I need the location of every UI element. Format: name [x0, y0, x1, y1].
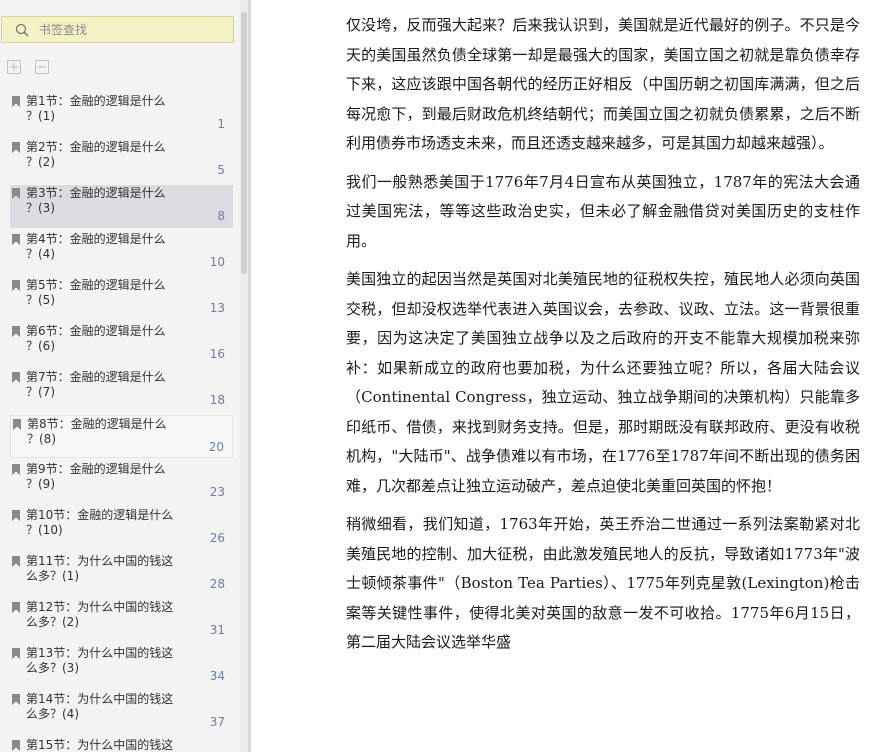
bookmark-page-number: 18	[209, 393, 225, 407]
bookmark-title: 第1节：金融的逻辑是什么 ？(1)	[26, 94, 166, 123]
bookmark-page-number: 26	[209, 531, 225, 545]
bookmark-item[interactable]: 第1节：金融的逻辑是什么 ？(1) 1	[10, 93, 233, 136]
bookmark-icon	[12, 280, 20, 291]
bookmark-item[interactable]: 第10节：金融的逻辑是什么 ？(10) 26	[10, 507, 233, 550]
bookmark-icon	[13, 419, 21, 430]
bookmark-icon	[12, 556, 20, 567]
bookmark-item[interactable]: 第6节：金融的逻辑是什么 ？(6) 16	[10, 323, 233, 366]
bookmark-item[interactable]: 第5节：金融的逻辑是什么 ？(5) 13	[10, 277, 233, 320]
bookmark-icon	[12, 372, 20, 383]
bookmark-icon	[12, 96, 20, 107]
bookmark-icon	[12, 694, 20, 705]
bookmark-item[interactable]: 第7节：金融的逻辑是什么 ？(7) 18	[10, 369, 233, 412]
bookmark-title: 第6节：金融的逻辑是什么 ？(6)	[26, 324, 166, 353]
bookmark-title: 第2节：金融的逻辑是什么 ？(2)	[26, 140, 166, 169]
text-paragraph: 仅没垮，反而强大起来？后来我认识到，美国就是近代最好的例子。不只是今天的美国虽然…	[346, 16, 860, 152]
reader-content: 仅没垮，反而强大起来？后来我认识到，美国就是近代最好的例子。不只是今天的美国虽然…	[346, 11, 860, 667]
bookmark-page-number: 31	[209, 623, 225, 637]
bookmark-icon	[12, 326, 20, 337]
bookmark-item[interactable]: 第4节：金融的逻辑是什么 ？(4) 10	[10, 231, 233, 274]
bookmark-item[interactable]: 第2节：金融的逻辑是什么 ？(2) 5	[10, 139, 233, 182]
bookmark-title: 第4节：金融的逻辑是什么 ？(4)	[26, 232, 166, 261]
bookmark-item[interactable]: 第13节：为什么中国的钱这 么多？(3) 34	[10, 645, 233, 688]
bookmark-item[interactable]: 第9节：金融的逻辑是什么 ？(9) 23	[10, 461, 233, 504]
bookmark-title: 第3节：金融的逻辑是什么 ？(3)	[26, 186, 166, 215]
bookmark-icon	[12, 188, 20, 199]
bookmark-title: 第5节：金融的逻辑是什么 ？(5)	[26, 278, 166, 307]
bookmark-item[interactable]: 第14节：为什么中国的钱这 么多？(4) 37	[10, 691, 233, 734]
text-paragraph: 稍微细看，我们知道，1763年开始，英王乔治二世通过一系列法案勒紧对北美殖民地的…	[346, 515, 860, 651]
bookmark-icon	[12, 234, 20, 245]
bookmark-search-input[interactable]: 书签查找	[1, 16, 234, 43]
bookmark-title: 第14节：为什么中国的钱这 么多？(4)	[26, 692, 174, 721]
bookmark-page-number: 8	[217, 209, 225, 223]
bookmark-title: 第12节：为什么中国的钱这 么多？(2)	[26, 600, 174, 629]
bookmark-icon	[12, 142, 20, 153]
bookmark-item[interactable]: 第12节：为什么中国的钱这 么多？(2) 31	[10, 599, 233, 642]
bookmark-sidebar: 书签查找 第1节：金融的逻辑是什么 ？(1) 1 第2节：金融的逻辑是什么 ？(2)…	[0, 0, 248, 752]
panel-divider[interactable]	[248, 0, 251, 752]
bookmark-page-number: 23	[209, 485, 225, 499]
search-icon	[15, 23, 29, 37]
search-placeholder: 书签查找	[39, 23, 88, 37]
bookmark-page-number: 16	[209, 347, 225, 361]
bookmark-item[interactable]: 第11节：为什么中国的钱这 么多？(1) 28	[10, 553, 233, 596]
text-paragraph: 我们一般熟悉美国于1776年7月4日宣布从英国独立，1787年的宪法大会通过美国…	[346, 172, 860, 250]
bookmark-icon	[12, 510, 20, 521]
bookmark-page-number: 37	[209, 715, 225, 729]
bookmark-title: 第11节：为什么中国的钱这 么多？(1)	[26, 554, 174, 583]
bookmark-page-number: 20	[208, 440, 224, 454]
bookmark-title: 第7节：金融的逻辑是什么 ？(7)	[26, 370, 166, 399]
collapse-all-icon[interactable]	[35, 60, 49, 74]
bookmark-title: 第9节：金融的逻辑是什么 ？(9)	[26, 462, 166, 491]
bookmark-page-number: 28	[209, 577, 225, 591]
bookmark-page-number: 10	[209, 255, 225, 269]
bookmark-item[interactable]: 第15节：为什么中国的钱这	[10, 737, 233, 752]
bookmark-page-number: 13	[209, 301, 225, 315]
bookmark-item[interactable]: 第8节：金融的逻辑是什么 ？(8) 20	[10, 415, 233, 458]
bookmark-icon	[12, 464, 20, 475]
bookmark-title: 第15节：为什么中国的钱这	[26, 738, 174, 752]
bookmark-title: 第10节：金融的逻辑是什么 ？(10)	[26, 508, 174, 537]
bookmark-icon	[12, 740, 20, 751]
bookmark-icon	[12, 648, 20, 659]
bookmark-icon	[12, 602, 20, 613]
bookmark-title: 第13节：为什么中国的钱这 么多？(3)	[26, 646, 174, 675]
bookmark-title: 第8节：金融的逻辑是什么 ？(8)	[27, 417, 167, 446]
sidebar-scrollbar-thumb[interactable]	[241, 12, 247, 274]
bookmark-page-number: 1	[217, 117, 225, 131]
bookmark-page-number: 34	[209, 669, 225, 683]
text-paragraph: 美国独立的起因当然是英国对北美殖民地的征税权失控，殖民地人必须向英国交税，但却没…	[346, 270, 860, 495]
bookmark-page-number: 5	[217, 163, 225, 177]
expand-all-icon[interactable]	[7, 60, 21, 74]
bookmark-item[interactable]: 第3节：金融的逻辑是什么 ？(3) 8	[10, 185, 233, 228]
